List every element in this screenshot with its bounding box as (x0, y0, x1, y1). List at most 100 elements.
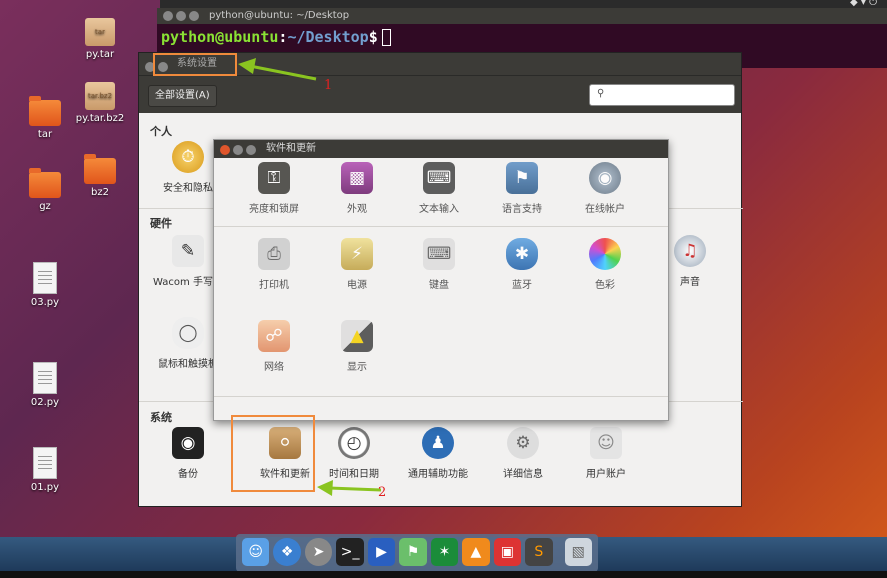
settings-item-time-date[interactable]: ◴ 时间和日期 (309, 427, 399, 480)
desktop-icon-label: py.tar.bz2 (75, 113, 125, 124)
prompt-symbol: $ (368, 28, 378, 46)
desktop-file-02-py[interactable]: 02.py (17, 362, 73, 408)
prompt-user: python@ubuntu (161, 28, 279, 46)
media-icon[interactable]: ▶ (367, 538, 396, 566)
desktop-file-03-py[interactable]: 03.py (17, 262, 73, 308)
top-panel: ◆ ▾ ⏻ (160, 0, 887, 8)
lock-icon: ⚿ (258, 162, 290, 194)
launchpad-icon[interactable]: ➤ (304, 538, 333, 566)
vlc-icon[interactable]: ▲ (462, 538, 490, 566)
text-cursor (381, 29, 391, 46)
arrow-head (317, 480, 333, 496)
settings-item-accessibility[interactable]: ♟ 通用辅助功能 (393, 427, 483, 480)
sw-item-bluetooth[interactable]: ✱ 蓝牙 (482, 238, 562, 291)
item-label: 语言支持 (502, 204, 542, 215)
users-icon: ☺ (590, 427, 622, 459)
software-updates-titlebar[interactable]: 软件和更新 (214, 140, 668, 158)
archive-icon: tar.bz2 (85, 82, 115, 110)
item-label: 网络 (264, 362, 284, 373)
search-input[interactable]: ⚲ (589, 84, 735, 106)
sw-item-power[interactable]: ⚡ 电源 (317, 238, 397, 291)
sw-item-network[interactable]: ☍ 网络 (234, 320, 314, 373)
sw-item-keyboard[interactable]: ⌨ 键盘 (399, 238, 479, 291)
clock-icon: ◴ (338, 427, 370, 459)
window-controls[interactable] (163, 11, 202, 27)
settings-toolbar: 全部设置(A) ⚲ (139, 75, 741, 113)
gear-icon: ⚙ (507, 427, 539, 459)
item-label: 用户账户 (586, 469, 626, 480)
power-icon: ⚡ (341, 238, 373, 270)
backup-icon: ◉ (172, 427, 204, 459)
settings-item-backup[interactable]: ◉ 备份 (143, 427, 233, 480)
maps-icon[interactable]: ⚑ (399, 538, 427, 566)
maximize-icon[interactable] (246, 145, 256, 155)
arrow-line (328, 486, 382, 492)
arrow-head (238, 58, 256, 74)
desktop-icon-label: 01.py (30, 482, 60, 493)
annotation-number-1: 1 (324, 78, 333, 93)
item-label: 详细信息 (503, 469, 543, 480)
desktop-icon-label: gz (39, 201, 51, 212)
highlight-box-software-updates (231, 415, 315, 492)
item-label: 通用辅助功能 (408, 469, 468, 480)
desktop-folder-bz2[interactable]: bz2 (72, 154, 128, 198)
desktop-file-py-tar[interactable]: tar py.tar (72, 18, 128, 60)
desktop-icon-label: bz2 (91, 187, 109, 198)
section-system: 系统 (150, 411, 172, 424)
trash-icon[interactable]: ▧ (564, 538, 592, 566)
close-icon[interactable] (163, 11, 173, 21)
sw-item-text-input[interactable]: ⌨ 文本输入 (399, 162, 479, 215)
software-updates-title: 软件和更新 (266, 143, 316, 154)
sw-item-color[interactable]: 色彩 (565, 238, 645, 291)
arrow-annotation-2 (317, 480, 382, 496)
minimize-icon[interactable] (176, 11, 186, 21)
settings-item-details[interactable]: ⚙ 详细信息 (478, 427, 568, 480)
software-updates-window[interactable]: 软件和更新 ⚿ 亮度和锁屏 ▩ 外观 ⌨ 文本输入 ⚑ 语言支持 ◉ 在线帐户 … (213, 139, 669, 421)
mouse-icon: ◯ (172, 317, 204, 349)
item-label: 蓝牙 (512, 280, 532, 291)
archive-icon: tar (85, 18, 115, 46)
desktop-file-py-tar-bz2[interactable]: tar.bz2 py.tar.bz2 (72, 82, 128, 124)
item-label: 备份 (178, 469, 198, 480)
item-label: 电源 (347, 280, 367, 291)
terminal-prompt[interactable]: python@ubuntu:~/Desktop$ (157, 24, 887, 50)
sw-item-brightness-lock[interactable]: ⚿ 亮度和锁屏 (234, 162, 314, 215)
close-icon[interactable] (220, 145, 230, 155)
dock: ☺ ❖ ➤ >_ ▶ ⚑ ✶ ▲ ▣ S ▧ (236, 534, 598, 572)
all-settings-button[interactable]: 全部设置(A) (148, 85, 217, 107)
folder-icon (84, 154, 116, 184)
settings-item-user-accounts[interactable]: ☺ 用户账户 (561, 427, 651, 480)
safari-icon[interactable]: ❖ (273, 538, 301, 566)
text-file-icon (33, 362, 57, 394)
software-updates-content: ⚿ 亮度和锁屏 ▩ 外观 ⌨ 文本输入 ⚑ 语言支持 ◉ 在线帐户 ⎙ 打印机 … (214, 158, 668, 420)
arrow-annotation-1 (238, 58, 317, 81)
sw-item-language[interactable]: ⚑ 语言支持 (482, 162, 562, 215)
sw-item-appearance[interactable]: ▩ 外观 (317, 162, 397, 215)
screen-icon[interactable]: ▣ (493, 538, 522, 566)
display-icon: ▲ (341, 320, 373, 352)
finder-icon[interactable]: ☺ (242, 538, 270, 566)
terminal-titlebar[interactable]: python@ubuntu: ~/Desktop (157, 8, 887, 24)
desktop-folder-tar[interactable]: tar (17, 96, 73, 140)
prompt-path: ~/Desktop (287, 28, 369, 46)
desktop-icon-label: py.tar (85, 49, 115, 60)
section-personal: 个人 (150, 125, 172, 138)
sublime-icon[interactable]: S (525, 538, 553, 566)
sw-item-online-accounts[interactable]: ◉ 在线帐户 (565, 162, 645, 215)
divider (214, 226, 668, 227)
desktop-icon-label: 02.py (30, 397, 60, 408)
bluetooth-icon: ✱ (506, 238, 538, 270)
accessibility-icon: ♟ (422, 427, 454, 459)
indicator-icons[interactable]: ◆ ▾ ⏻ (850, 0, 877, 8)
keyboard-input-icon: ⌨ (423, 162, 455, 194)
desktop-folder-gz[interactable]: gz (17, 168, 73, 212)
divider (214, 396, 668, 397)
desktop-file-01-py[interactable]: 01.py (17, 447, 73, 493)
maximize-icon[interactable] (189, 11, 199, 21)
minimize-icon[interactable] (233, 145, 243, 155)
sw-item-display[interactable]: ▲ 显示 (317, 320, 397, 373)
network-tool-icon[interactable]: ✶ (430, 538, 459, 566)
terminal-icon[interactable]: >_ (336, 538, 364, 566)
item-label: 文本输入 (419, 204, 459, 215)
sw-item-printer[interactable]: ⎙ 打印机 (234, 238, 314, 291)
